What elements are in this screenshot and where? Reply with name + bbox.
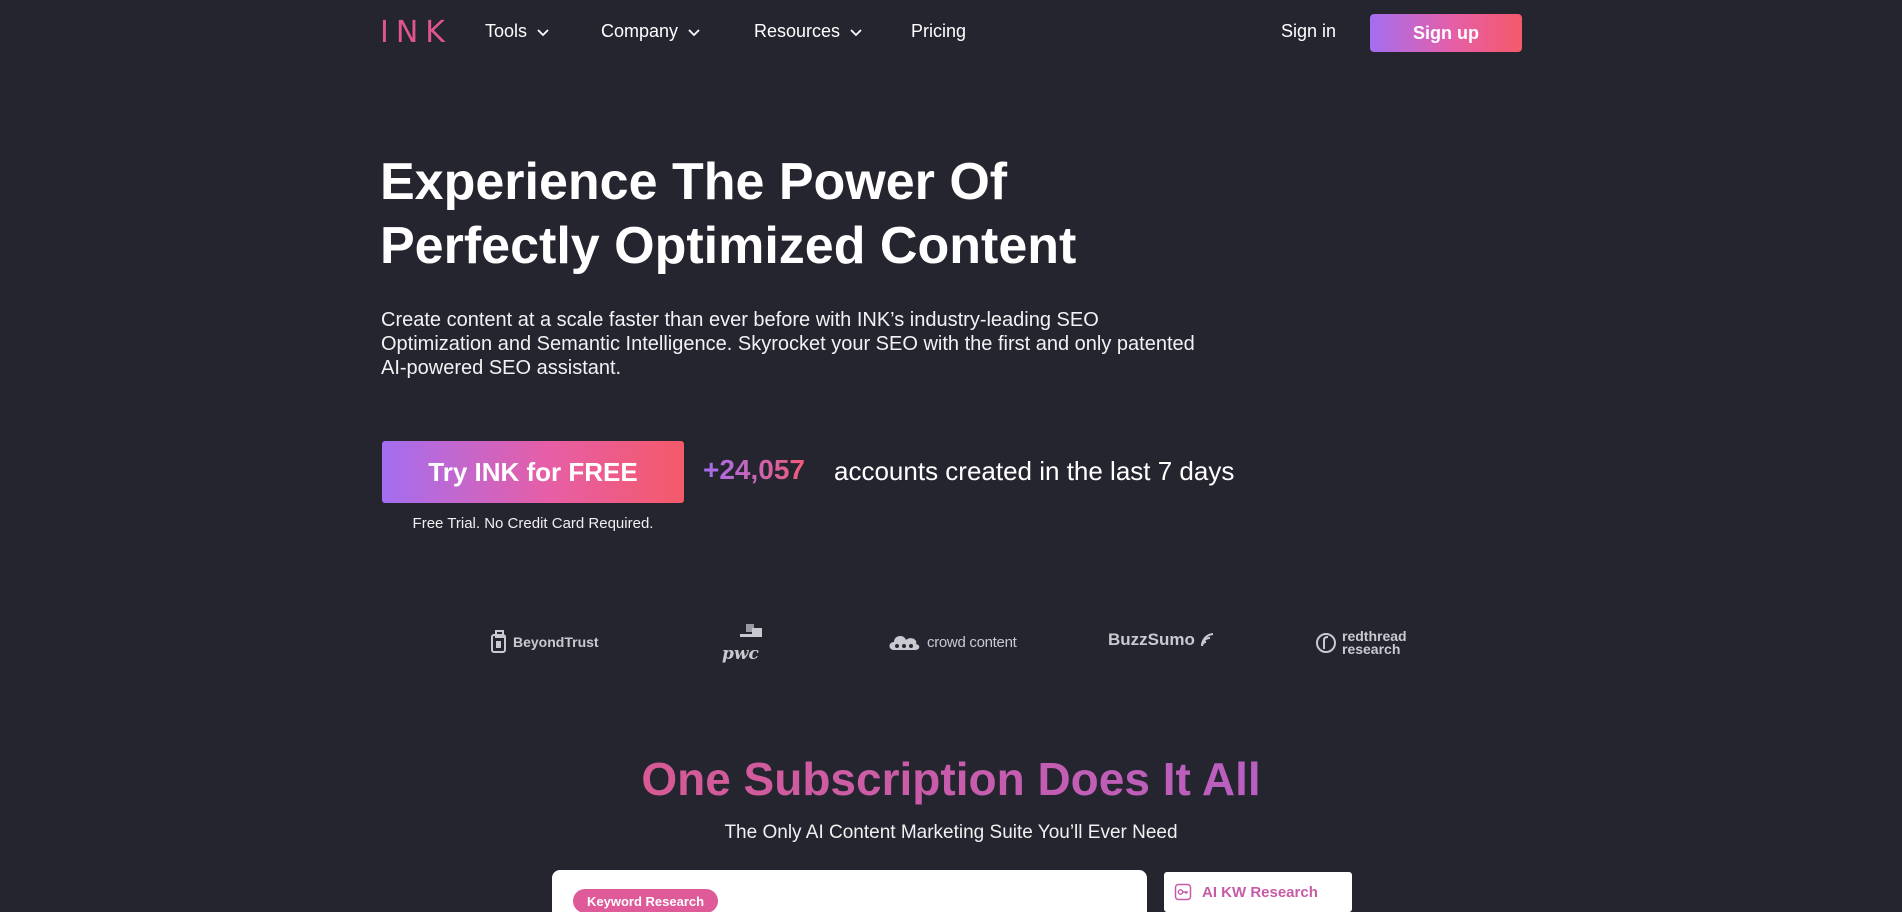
crowdcontent-logo: crowd content — [886, 630, 1017, 654]
top-navigation: INK Tools Company Resources Pricing Sign… — [0, 0, 1902, 66]
cta-note: Free Trial. No Credit Card Required. — [412, 515, 654, 532]
buzzsumo-name: BuzzSumo — [1108, 630, 1195, 649]
crowdcontent-name: crowd content — [927, 633, 1017, 651]
try-ink-free-button[interactable]: Try INK for FREE — [382, 441, 684, 503]
pwc-logo: pwc — [720, 624, 768, 668]
customer-logos: BeyondTrust pwc crowd content BuzzSumo r… — [0, 620, 1902, 670]
hero-subtitle: Create content at a scale faster than ev… — [381, 309, 1195, 379]
signal-waves-icon — [1200, 633, 1214, 647]
nav-item-tools[interactable]: Tools — [485, 21, 551, 42]
nav-item-label: Company — [601, 21, 679, 41]
beyondtrust-icon — [491, 630, 506, 653]
page: INK Tools Company Resources Pricing Sign… — [0, 0, 1902, 912]
keyword-research-pill[interactable]: Keyword Research — [573, 889, 719, 912]
pwc-mark: pwc — [720, 624, 768, 668]
sign-in-link[interactable]: Sign in — [1281, 21, 1336, 42]
hero-title-line-1: Experience The Power Of — [380, 153, 1008, 211]
ai-kw-research-label: AI KW Research — [1202, 883, 1318, 901]
redthread-logo: redthread research — [1315, 629, 1407, 657]
redthread-wordmark: redthread research — [1342, 629, 1407, 657]
section-title-text: One Subscription Does It All — [641, 753, 1261, 805]
nav-item-label: Tools — [485, 21, 528, 41]
beyondtrust-logo: BeyondTrust — [490, 630, 599, 654]
chevron-down-icon — [688, 28, 700, 36]
pwc-name: pwc — [722, 644, 759, 664]
nav-item-resources[interactable]: Resources — [754, 21, 864, 42]
account-count: +24,057 — [703, 454, 805, 485]
beyondtrust-name: BeyondTrust — [513, 634, 599, 650]
nav-item-label: Pricing — [911, 21, 967, 41]
account-count-text: accounts created in the last 7 days — [834, 456, 1235, 486]
sign-up-button[interactable]: Sign up — [1370, 14, 1522, 52]
chevron-down-icon — [537, 28, 549, 36]
hero-title-line-2: Perfectly Optimized Content — [380, 217, 1077, 275]
hero-title: Experience The Power Of Perfectly Optimi… — [380, 150, 1280, 278]
redthread-icon — [1316, 633, 1336, 653]
chevron-down-icon — [850, 28, 862, 36]
ink-logo[interactable]: INK — [380, 15, 452, 50]
ai-kw-research-tab[interactable]: AI KW Research — [1164, 872, 1352, 912]
pwc-blocks-icon — [740, 624, 762, 637]
redthread-line-2: research — [1342, 641, 1401, 657]
key-icon — [1174, 883, 1192, 901]
buzzsumo-logo: BuzzSumo — [1108, 630, 1214, 650]
nav-item-label: Resources — [754, 21, 841, 41]
nav-item-pricing[interactable]: Pricing — [911, 21, 966, 42]
section-subtitle: The Only AI Content Marketing Suite You’… — [724, 822, 1178, 843]
section-title: One Subscription Does It All — [0, 752, 1902, 806]
nav-item-company[interactable]: Company — [601, 21, 702, 42]
cloud-icon — [889, 636, 920, 650]
